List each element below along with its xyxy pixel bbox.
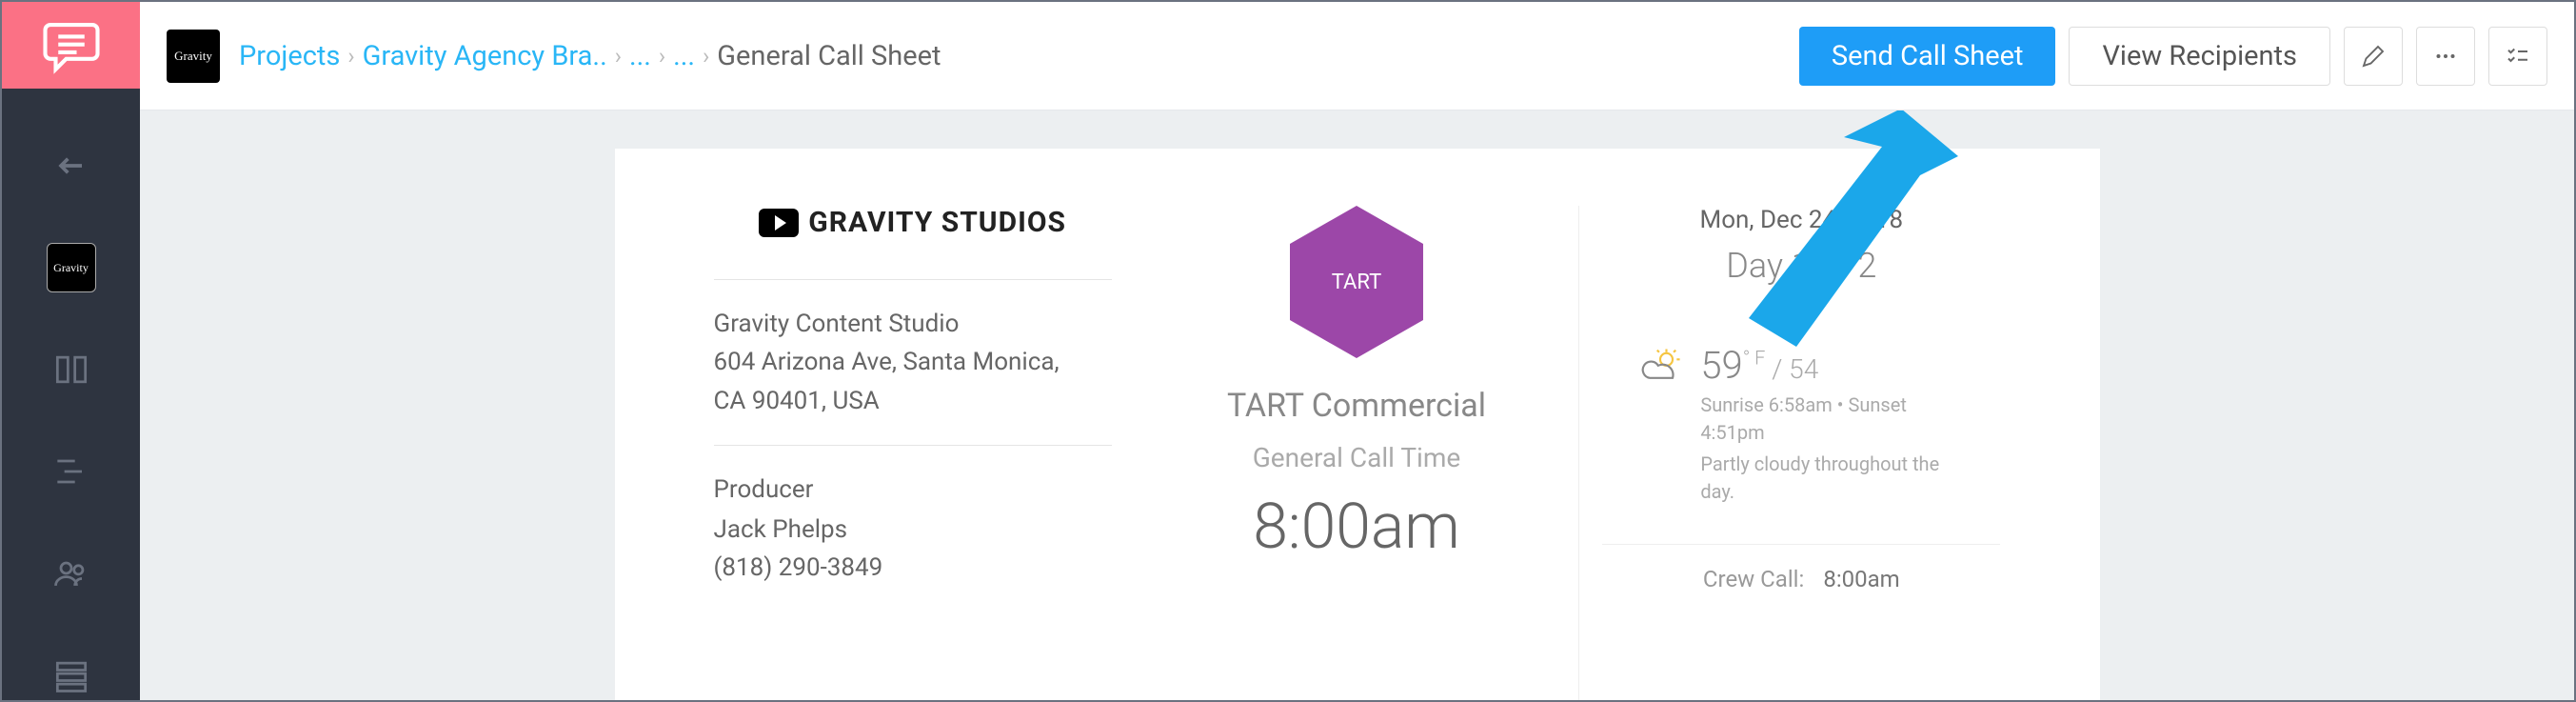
- rows-icon: [50, 654, 92, 696]
- chevron-right-icon: ›: [659, 43, 665, 70]
- project-badge[interactable]: Gravity: [167, 30, 220, 83]
- breadcrumb: Projects › Gravity Agency Bra.. › ... › …: [239, 40, 941, 72]
- weather-temps: 59° F / 54: [1700, 343, 1967, 388]
- chevron-right-icon: ›: [703, 43, 709, 70]
- call-time-label: General Call Time: [1158, 442, 1556, 473]
- nav-breakdown-button[interactable]: [47, 447, 96, 496]
- weather-lo: 54: [1789, 353, 1818, 385]
- weather-sun-times: Sunrise 6:58am • Sunset 4:51pm: [1700, 391, 1967, 447]
- weather-hi: 59: [1700, 343, 1742, 388]
- main-area: Gravity Projects › Gravity Agency Bra.. …: [140, 2, 2574, 700]
- people-icon: [50, 552, 92, 594]
- studio-logo: GRAVITY STUDIOS: [714, 206, 1112, 254]
- breadcrumb-current: General Call Sheet: [717, 40, 941, 72]
- send-call-sheet-button[interactable]: Send Call Sheet: [1799, 27, 2056, 86]
- nav-boards-button[interactable]: [47, 345, 96, 394]
- shoot-day: Day 1 of 2: [1602, 246, 2000, 286]
- weather-partly-cloudy-icon: [1635, 343, 1685, 396]
- sheet-title: TART Commercial: [1158, 387, 1556, 425]
- project-badge-label: Gravity: [174, 49, 212, 64]
- breadcrumb-ellipsis-1[interactable]: ...: [629, 40, 651, 72]
- columns-icon: [50, 349, 92, 391]
- chevron-right-icon: ›: [347, 43, 354, 70]
- app-logo[interactable]: [2, 2, 140, 89]
- checklist-icon: [2504, 42, 2532, 70]
- producer-role: Producer: [714, 471, 1112, 509]
- crew-call-time: 8:00am: [1823, 566, 1899, 592]
- pencil-icon: [2359, 42, 2388, 70]
- company-name: Gravity Content Studio: [714, 305, 1112, 343]
- nav-list-button[interactable]: [47, 651, 96, 700]
- producer-phone: (818) 290-3849: [714, 549, 1112, 587]
- chevron-right-icon: ›: [615, 43, 622, 70]
- dots-horizontal-icon: [2431, 42, 2460, 70]
- sheet-company-column: GRAVITY STUDIOS Gravity Content Studio 6…: [691, 206, 1135, 700]
- call-time-value: 8:00am: [1158, 491, 1556, 564]
- crew-call-row: Crew Call: 8:00am: [1602, 544, 2000, 592]
- nav-people-button[interactable]: [47, 549, 96, 598]
- weather-block: 59° F / 54 Sunrise 6:58am • Sunset 4:51p…: [1602, 343, 2000, 506]
- company-addr1: 604 Arizona Ave, Santa Monica,: [714, 343, 1112, 381]
- call-sheet-card: GRAVITY STUDIOS Gravity Content Studio 6…: [615, 149, 2100, 700]
- edit-button[interactable]: [2344, 27, 2403, 86]
- breadcrumb-root[interactable]: Projects: [239, 40, 340, 72]
- divider: [714, 445, 1112, 446]
- left-nav-rail: Gravity: [2, 2, 140, 700]
- project-hex-badge: TART: [1290, 206, 1423, 358]
- studio-name: GRAVITY STUDIOS: [808, 206, 1066, 239]
- weather-description: Partly cloudy throughout the day.: [1700, 451, 1967, 506]
- company-addr2: CA 90401, USA: [714, 382, 1112, 420]
- top-bar: Gravity Projects › Gravity Agency Bra.. …: [140, 2, 2574, 110]
- divider: [714, 279, 1112, 280]
- sheet-day-column: Mon, Dec 24, 2018 Day 1 of 2 59° F / 54 …: [1578, 206, 2023, 700]
- sheet-call-column: TART TART Commercial General Call Time 8…: [1135, 206, 1578, 700]
- chat-bubble-icon: [40, 14, 103, 77]
- producer-block: Producer Jack Phelps (818) 290-3849: [714, 471, 1112, 588]
- nav-project-gravity[interactable]: Gravity: [47, 243, 96, 292]
- indent-icon: [50, 451, 92, 492]
- play-badge-icon: [759, 209, 799, 237]
- company-block: Gravity Content Studio 604 Arizona Ave, …: [714, 305, 1112, 420]
- nav-project-label: Gravity: [53, 261, 89, 275]
- shoot-date: Mon, Dec 24, 2018: [1602, 206, 2000, 234]
- checklist-button[interactable]: [2488, 27, 2547, 86]
- nav-back-button[interactable]: [47, 141, 96, 191]
- content-scroll: GRAVITY STUDIOS Gravity Content Studio 6…: [140, 110, 2574, 700]
- breadcrumb-ellipsis-2[interactable]: ...: [673, 40, 695, 72]
- hex-label: TART: [1332, 271, 1381, 294]
- arrow-left-icon: [50, 145, 92, 187]
- crew-call-label: Crew Call:: [1703, 566, 1804, 592]
- producer-name: Jack Phelps: [714, 511, 1112, 549]
- more-button[interactable]: [2416, 27, 2475, 86]
- view-recipients-button[interactable]: View Recipients: [2069, 27, 2330, 86]
- weather-unit: ° F: [1743, 347, 1766, 370]
- breadcrumb-project[interactable]: Gravity Agency Bra..: [363, 40, 607, 72]
